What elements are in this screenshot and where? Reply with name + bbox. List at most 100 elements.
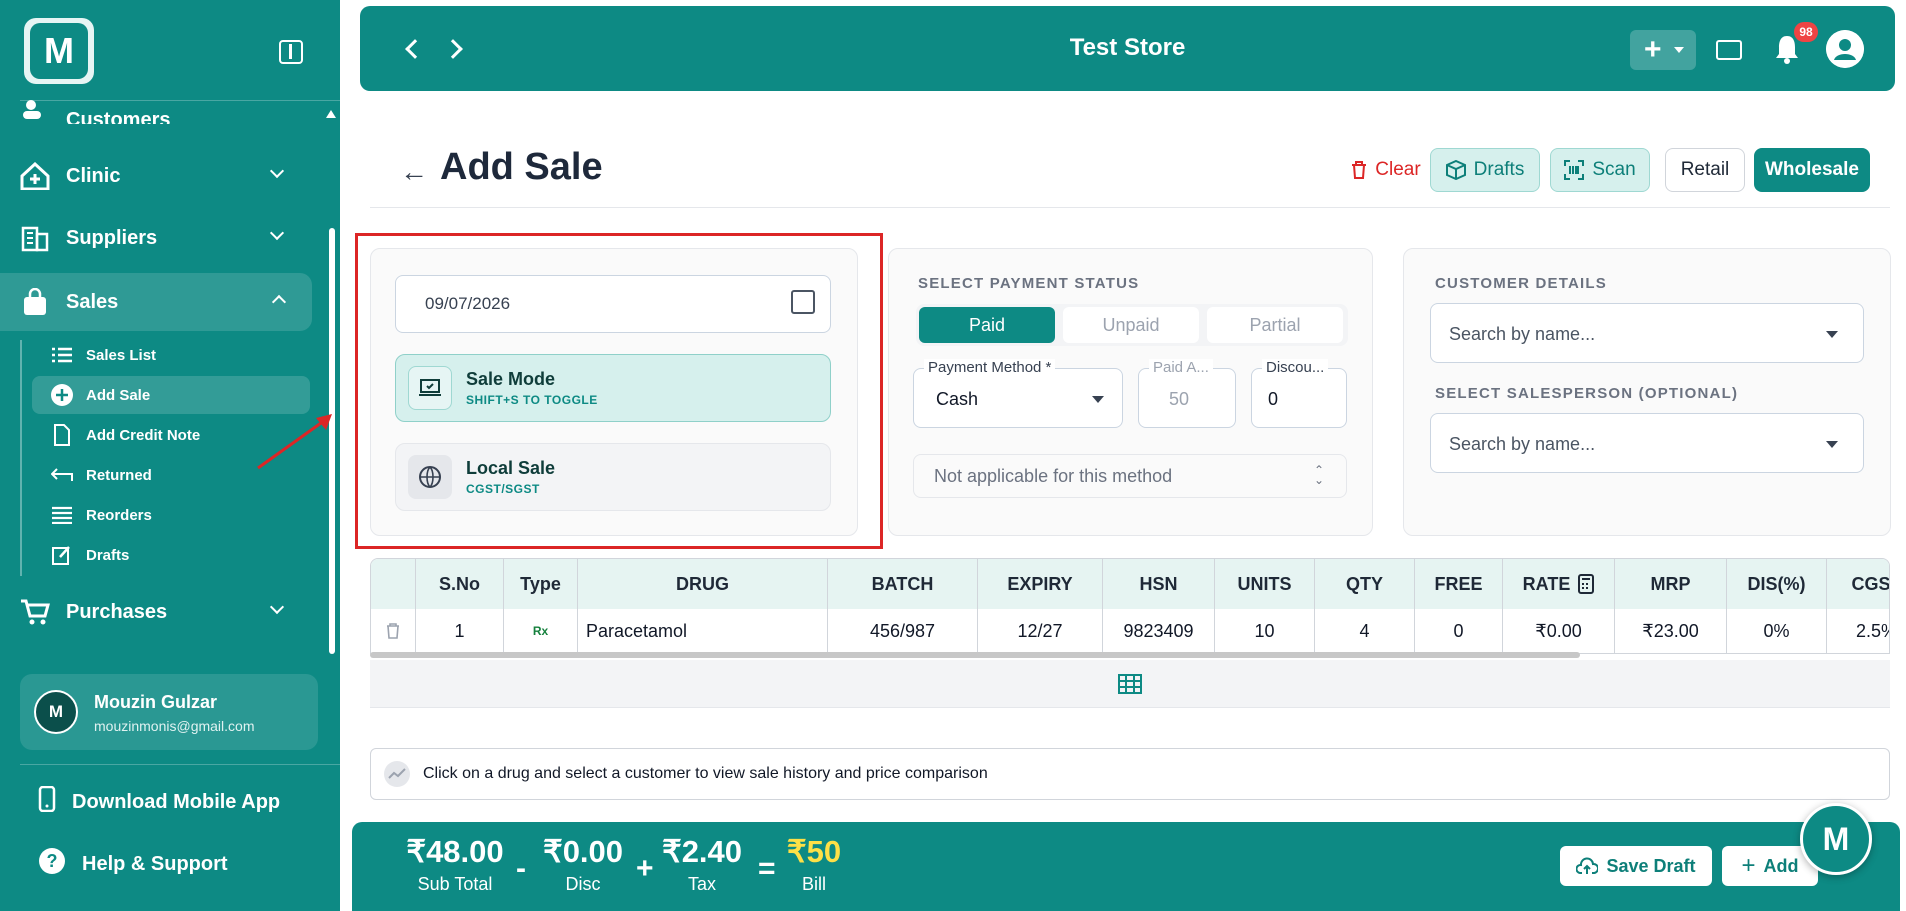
submenu-label: Reorders — [86, 506, 152, 524]
payment-method-select[interactable]: Payment Method * Cash — [913, 359, 1123, 428]
submenu-sales-list[interactable]: Sales List — [32, 336, 310, 374]
payment-reference-select[interactable]: Not applicable for this method ⌃ ⌄ — [913, 454, 1347, 498]
submenu-label: Returned — [86, 466, 152, 484]
status-paid-button[interactable]: Paid — [919, 307, 1055, 343]
cell-rate[interactable]: ₹0.00 — [1503, 609, 1615, 653]
info-text: Click on a drug and select a customer to… — [423, 765, 988, 782]
document-icon — [50, 423, 74, 447]
tax-label: Tax — [687, 874, 716, 894]
paid-amount-label: Paid A... — [1149, 359, 1213, 376]
paid-amount-input[interactable]: Paid A... 50 — [1138, 359, 1236, 428]
wholesale-label: Wholesale — [1765, 159, 1859, 180]
submenu-add-sale[interactable]: Add Sale — [32, 376, 310, 414]
cell-discount[interactable]: 0% — [1727, 609, 1827, 653]
delete-row-icon[interactable] — [371, 609, 416, 653]
help-support-link[interactable]: ? Help & Support — [20, 844, 228, 884]
clinic-icon — [20, 161, 50, 191]
chevron-up-icon — [271, 294, 287, 310]
submenu-drafts[interactable]: Drafts — [32, 536, 310, 574]
header-cell: FREE — [1415, 559, 1503, 609]
users-icon — [20, 94, 50, 124]
scroll-up-icon[interactable] — [326, 110, 336, 118]
edit-icon — [50, 543, 74, 567]
header-cell: UNITS — [1215, 559, 1315, 609]
keyboard-icon[interactable] — [1716, 40, 1742, 60]
app-logo[interactable]: M — [24, 18, 94, 84]
table-horizontal-scrollbar[interactable] — [370, 652, 1580, 658]
save-draft-label: Save Draft — [1606, 855, 1696, 876]
salesperson-search-input[interactable]: Search by name... — [1430, 413, 1864, 473]
user-name: Mouzin Gulzar — [94, 692, 217, 712]
sidebar-collapse-icon[interactable] — [279, 40, 303, 64]
caret-down-icon — [1092, 396, 1104, 403]
retail-button[interactable]: Retail — [1665, 148, 1745, 192]
wholesale-button[interactable]: Wholesale — [1754, 148, 1870, 192]
cell-batch[interactable]: 456/987 — [828, 609, 978, 653]
grid-icon[interactable] — [1118, 674, 1142, 694]
discount-input[interactable]: Discou... 0 — [1251, 359, 1347, 428]
cell-hsn[interactable]: 9823409 — [1103, 609, 1215, 653]
sidebar-item-clinic[interactable]: Clinic — [0, 148, 310, 204]
notification-badge: 98 — [1794, 22, 1818, 42]
header-cell: DRUG — [578, 559, 828, 609]
box-icon — [1445, 160, 1466, 180]
shopping-bag-icon — [20, 287, 50, 317]
status-partial-button[interactable]: Partial — [1207, 307, 1343, 343]
quick-add-button[interactable]: + — [1630, 30, 1696, 70]
sidebar-item-label: Suppliers — [66, 226, 158, 249]
scan-button[interactable]: Scan — [1550, 148, 1650, 192]
user-card[interactable]: M Mouzin Gulzar mouzinmonis@gmail.com — [20, 674, 318, 750]
updown-icon: ⌃ ⌄ — [1314, 463, 1325, 487]
drafts-button[interactable]: Drafts — [1430, 148, 1540, 192]
customer-search-input[interactable]: Search by name... — [1430, 303, 1864, 363]
back-arrow-icon[interactable]: ← — [400, 156, 428, 188]
svg-text:?: ? — [47, 851, 58, 871]
status-unpaid-button[interactable]: Unpaid — [1063, 307, 1199, 343]
save-draft-button[interactable]: Save Draft — [1560, 846, 1712, 886]
chevron-down-icon — [269, 163, 285, 179]
submenu-label: Add Sale — [86, 386, 151, 404]
download-mobile-app-link[interactable]: Download Mobile App — [20, 782, 280, 822]
table-header: S.No Type DRUG BATCH EXPIRY HSN UNITS QT… — [371, 559, 1889, 609]
cell-units[interactable]: 10 — [1215, 609, 1315, 653]
header-cell: DIS(%) — [1727, 559, 1827, 609]
cell-drug[interactable]: Paracetamol — [578, 609, 828, 653]
paid-amount-value: 50 — [1169, 389, 1190, 409]
sidebar-item-suppliers[interactable]: Suppliers — [0, 210, 310, 266]
subtotal-amount: ₹48.00 — [406, 834, 504, 869]
clear-button[interactable]: Clear — [1326, 148, 1446, 192]
cell-mrp[interactable]: ₹23.00 — [1615, 609, 1727, 653]
sidebar-item-customers[interactable]: Customers — [0, 88, 310, 124]
submenu-reorders[interactable]: Reorders — [32, 496, 310, 534]
add-row-bar[interactable] — [370, 660, 1890, 708]
profile-icon[interactable] — [1826, 30, 1864, 68]
cloud-upload-icon — [1576, 857, 1599, 874]
clear-label: Clear — [1375, 159, 1421, 180]
plus-icon: + — [1741, 852, 1756, 879]
salesperson-search-placeholder: Search by name... — [1449, 434, 1596, 454]
caret-down-icon — [1826, 331, 1838, 338]
cell-free[interactable]: 0 — [1415, 609, 1503, 653]
trash-icon — [1352, 161, 1367, 179]
header-rate-label: RATE — [1522, 573, 1571, 594]
header-cell: S.No — [416, 559, 504, 609]
sidebar-item-purchases[interactable]: Purchases — [0, 584, 310, 640]
building-icon — [20, 223, 50, 253]
bot-icon: M — [1822, 820, 1850, 857]
submenu-line — [20, 340, 22, 576]
cell-sno: 1 — [416, 609, 504, 653]
sale-history-info: Click on a drug and select a customer to… — [370, 748, 1890, 800]
chevron-down-icon — [269, 225, 285, 241]
cell-qty[interactable]: 4 — [1315, 609, 1415, 653]
cell-expiry[interactable]: 12/27 — [978, 609, 1103, 653]
table-row[interactable]: 1 Rx Paracetamol 456/987 12/27 9823409 1… — [371, 609, 1889, 653]
calculator-icon[interactable] — [1578, 574, 1595, 594]
caret-down-icon — [1826, 441, 1838, 448]
caret-down-icon — [1674, 47, 1684, 53]
sidebar-item-label: Clinic — [66, 164, 121, 187]
divider — [20, 764, 340, 765]
assistant-bot-button[interactable]: M — [1800, 803, 1872, 875]
sidebar-item-sales[interactable]: Sales — [0, 273, 312, 331]
salesperson-label: SELECT SALESPERSON (OPTIONAL) — [1435, 385, 1739, 402]
header-cell: RATE — [1503, 559, 1615, 609]
